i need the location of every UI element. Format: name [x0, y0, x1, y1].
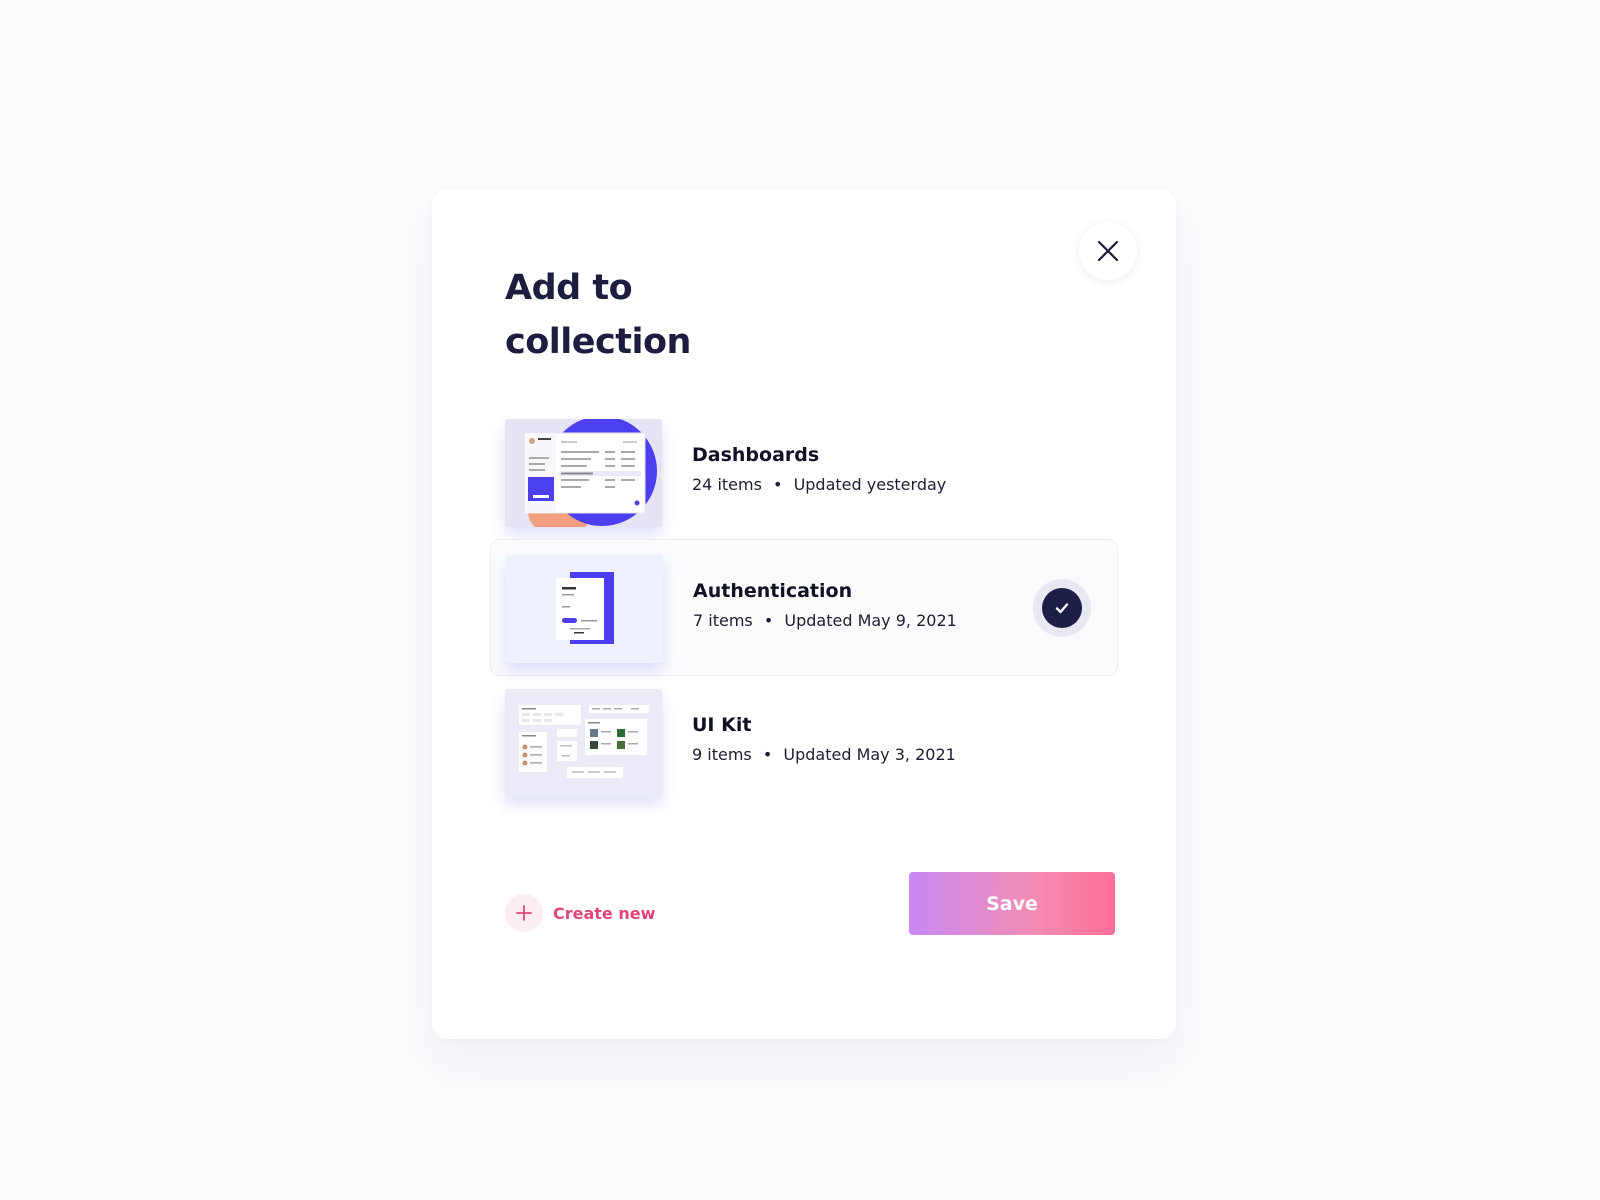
collection-updated: Updated May 9, 2021 — [784, 611, 957, 630]
collection-count: 24 items — [692, 475, 762, 494]
meta-separator: • — [773, 475, 783, 494]
collection-updated: Updated yesterday — [793, 475, 947, 494]
collection-name: Authentication — [693, 580, 853, 602]
create-new-button[interactable]: Create new — [505, 894, 655, 932]
collection-name: Dashboards — [692, 444, 820, 466]
sign-in-thumbnail — [506, 555, 663, 663]
selected-indicator-inner — [1042, 588, 1082, 628]
collection-count: 9 items — [692, 745, 752, 764]
selected-indicator[interactable] — [1033, 579, 1091, 637]
plus-icon-wrapper — [505, 894, 543, 932]
collection-meta: 9 items • Updated May 3, 2021 — [692, 745, 956, 764]
collection-row-authentication[interactable]: Authentication 7 items • Updated May 9, … — [490, 539, 1118, 676]
meta-separator: • — [763, 611, 774, 630]
ui-kit-thumbnail — [505, 689, 662, 797]
collection-row-ui-kit[interactable]: UI Kit 9 items • Updated May 3, 2021 — [490, 674, 1118, 811]
meta-separator: • — [762, 745, 773, 764]
close-icon — [1097, 240, 1119, 262]
plus-icon — [516, 905, 532, 921]
dashboard-thumbnail — [505, 419, 662, 527]
create-new-label: Create new — [553, 903, 656, 923]
close-button[interactable] — [1079, 222, 1137, 280]
checkmark-icon — [1055, 603, 1069, 614]
collection-meta: 24 items • Updated yesterday — [692, 475, 946, 494]
collection-updated: Updated May 3, 2021 — [783, 745, 956, 764]
modal-title: Add to collection — [505, 268, 691, 362]
collection-name: UI Kit — [692, 714, 752, 736]
save-button[interactable]: Save — [909, 872, 1115, 935]
collection-meta: 7 items • Updated May 9, 2021 — [693, 611, 957, 630]
collection-count: 7 items — [693, 611, 753, 630]
collection-row-dashboards[interactable]: Dashboards 24 items • Updated yesterday — [490, 404, 1118, 541]
add-to-collection-modal: Add to collection Dashboards 24 items • … — [432, 189, 1176, 1039]
